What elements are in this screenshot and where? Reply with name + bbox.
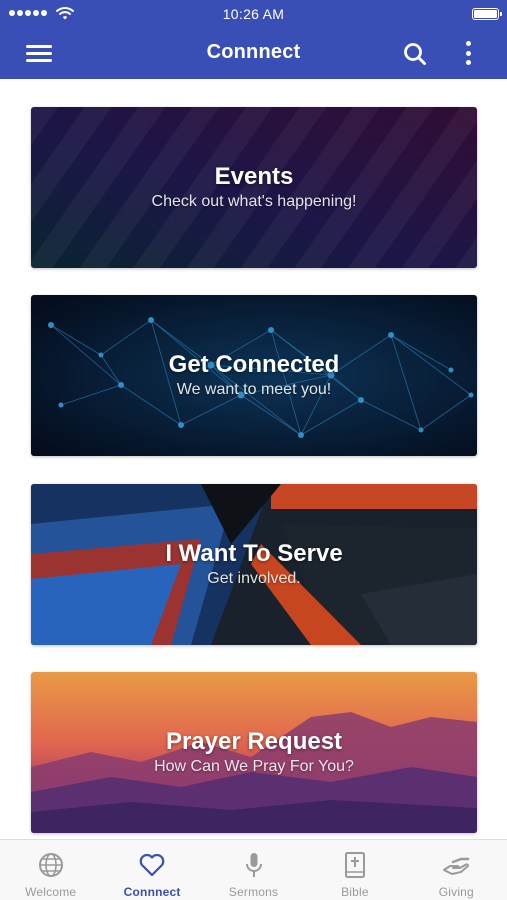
card-title: I Want To Serve <box>165 540 343 567</box>
tab-giving[interactable]: Giving <box>406 840 507 900</box>
battery-icon <box>472 8 502 20</box>
tab-label: Welcome <box>25 885 77 899</box>
tab-label: Bible <box>341 885 369 899</box>
status-bar: 10:26 AM <box>0 0 507 28</box>
page-title: Connnect <box>206 41 301 63</box>
card-serve-text: I Want To Serve Get involved. <box>31 539 477 589</box>
tab-label: Giving <box>438 885 474 899</box>
card-prayer-request[interactable]: Prayer Request How Can We Pray For You? <box>31 672 477 833</box>
card-events[interactable]: Events Check out what's happening! <box>31 107 477 268</box>
more-vertical-icon[interactable] <box>457 38 479 68</box>
card-i-want-to-serve[interactable]: I Want To Serve Get involved. <box>31 484 477 645</box>
microphone-icon <box>245 853 262 877</box>
tab-connnect[interactable]: Connnect <box>101 840 202 900</box>
app-header: 10:26 AM Connnect <box>0 0 507 79</box>
card-events-text: Events Check out what's happening! <box>31 162 477 212</box>
bible-icon <box>344 852 365 878</box>
tab-bible[interactable]: Bible <box>304 840 405 900</box>
card-get-connected-text: Get Connected We want to meet you! <box>31 350 477 400</box>
giving-hand-icon <box>443 857 470 875</box>
search-icon[interactable] <box>401 40 429 68</box>
tab-label: Connnect <box>123 885 181 899</box>
nav-bar: Connnect <box>0 28 507 79</box>
card-subtitle: Get involved. <box>207 570 301 587</box>
heart-icon <box>139 853 165 877</box>
card-subtitle: We want to meet you! <box>176 381 332 398</box>
status-time: 10:26 AM <box>222 6 285 22</box>
tab-bar: Welcome Connnect Sermons Bible Giving <box>0 839 507 900</box>
card-title: Prayer Request <box>165 728 343 755</box>
connect-list: Events Check out what's happening! Get C… <box>0 79 507 839</box>
card-subtitle: How Can We Pray For You? <box>154 758 354 775</box>
tab-welcome[interactable]: Welcome <box>0 840 101 900</box>
card-prayer-text: Prayer Request How Can We Pray For You? <box>31 727 477 777</box>
tab-label: Sermons <box>228 885 279 899</box>
card-subtitle: Check out what's happening! <box>151 193 357 210</box>
card-get-connected[interactable]: Get Connected We want to meet you! <box>31 295 477 456</box>
globe-icon <box>38 853 63 877</box>
tab-sermons[interactable]: Sermons <box>203 840 304 900</box>
card-title: Get Connected <box>168 351 340 378</box>
card-title: Events <box>214 163 294 190</box>
